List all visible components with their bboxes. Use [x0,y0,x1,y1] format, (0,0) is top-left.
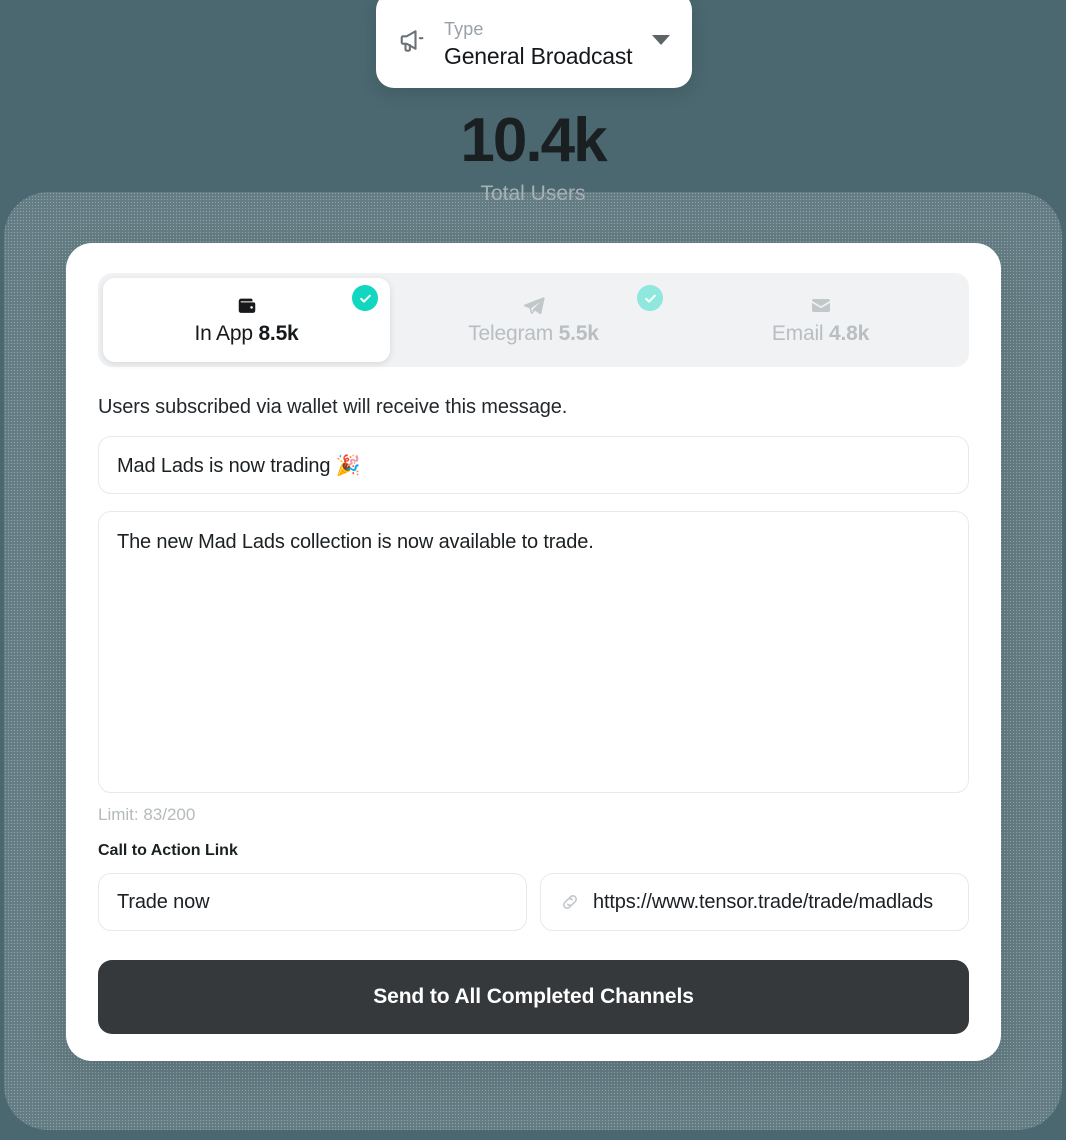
tab-telegram-count: 5.5k [558,322,599,345]
tab-telegram-name: Telegram [468,322,554,345]
character-limit-text: Limit: 83/200 [98,805,196,824]
megaphone-icon [398,25,428,55]
broadcast-type-selector[interactable]: Type General Broadcast [376,0,692,88]
tab-email-count: 4.8k [829,322,870,345]
tab-email-name: Email [771,322,824,345]
tab-in-app-name: In App [194,322,253,345]
type-value: General Broadcast [444,43,633,69]
chevron-down-icon[interactable] [652,35,670,45]
tab-in-app[interactable]: In App 8.5k [103,278,390,362]
type-label: Type [444,19,484,39]
wallet-icon [236,294,258,318]
tab-in-app-label: In App 8.5k [194,322,298,346]
send-to-all-channels-button[interactable]: Send to All Completed Channels [98,960,969,1034]
tab-in-app-count: 8.5k [258,322,299,345]
broadcast-composer-card: In App 8.5k Telegram 5.5k Email 4.8k Use… [66,243,1001,1061]
channel-tabs: In App 8.5k Telegram 5.5k Email 4.8k [98,273,969,367]
cta-row: Trade now https://www.tensor.trade/trade… [98,860,969,931]
channel-helper-text: Users subscribed via wallet will receive… [98,396,568,418]
message-body-input[interactable]: The new Mad Lads collection is now avail… [98,511,969,793]
total-users-stat: 10.4k Total Users [0,104,1066,208]
total-users-label: Total Users [480,182,586,205]
tab-email[interactable]: Email 4.8k [677,278,964,362]
cta-text-input[interactable]: Trade now [98,873,527,931]
cta-section-label: Call to Action Link [98,842,238,859]
tab-in-app-check-icon [352,285,378,311]
tab-email-label: Email 4.8k [772,322,869,346]
cta-url-field[interactable]: https://www.tensor.trade/trade/madlads [540,873,969,931]
telegram-icon [522,294,546,318]
tab-telegram[interactable]: Telegram 5.5k [390,278,677,362]
email-icon [809,294,833,318]
link-icon [559,891,581,913]
tab-telegram-check-icon [637,285,663,311]
tab-telegram-label: Telegram 5.5k [468,322,599,346]
message-title-input[interactable]: Mad Lads is now trading 🎉 [98,436,969,494]
cta-url-input[interactable]: https://www.tensor.trade/trade/madlads [593,891,933,914]
total-users-value: 10.4k [460,106,607,175]
